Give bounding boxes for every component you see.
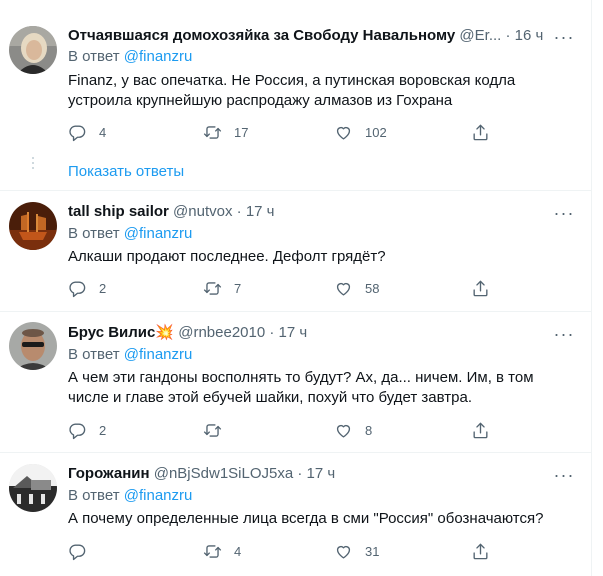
like-button[interactable]: 8 [334,420,372,440]
timestamp[interactable]: 17 ч [307,465,336,482]
like-count: 31 [365,543,380,559]
tweet-text: А чем эти гандоны восполнять то будут? А… [68,369,534,406]
tweet-text: Алкаши продают последнее. Дефолт грядёт? [68,248,386,265]
like-count: 58 [365,280,380,296]
reply-to-link[interactable]: @finanzru [124,48,193,65]
author-handle[interactable]: @nBjSdw1SiLOJ5xa [154,465,293,482]
like-count: 102 [365,124,387,140]
author-name[interactable]: Брус Вилис [68,324,155,341]
timestamp[interactable]: 17 ч [246,203,275,220]
tweet-header: Горожанин @nBjSdw1SiLOJ5xa · 17 ч [68,463,545,485]
replies-feed: Отчаявшаяся домохозяйка за Свободу Навал… [0,0,592,576]
reply-icon [69,280,86,297]
tweet-header: Брус Вилис💥 @rnbee2010 · 17 ч [68,322,545,344]
reply-to-link[interactable]: @finanzru [124,487,193,504]
author-handle[interactable]: @nutvox [173,203,232,220]
more-icon[interactable]: ··· [551,28,577,50]
retweet-count: 17 [234,124,249,140]
separator-dot: · [269,324,275,341]
reply-icon [69,124,86,141]
share-button[interactable] [471,278,490,298]
reply-prefix: В ответ [68,48,120,65]
reply-context: В ответ @finanzru [68,224,192,244]
separator-dot: · [505,27,511,44]
retweet-icon [203,423,222,437]
share-button[interactable] [471,420,490,440]
tweet-text: Finanz, у вас опечатка. Не Россия, а пут… [68,72,516,109]
tweet-text: А почему определенные лица всегда в сми … [68,510,544,527]
retweet-button[interactable]: 4 [203,541,241,561]
reply-button[interactable]: 2 [68,278,106,298]
reply-count: 2 [99,422,107,438]
separator-dot: · [297,465,303,482]
reply-prefix: В ответ [68,225,120,242]
retweet-button[interactable] [203,420,234,440]
timestamp[interactable]: 17 ч [279,324,308,341]
retweet-button[interactable]: 7 [203,278,241,298]
separator-dot: · [236,203,242,220]
author-name[interactable]: tall ship sailor [68,203,169,220]
tweet[interactable]: Брус Вилис💥 @rnbee2010 · 17 ч ··· В отве… [0,312,591,452]
tweet-header: Отчаявшаяся домохозяйка за Свободу Навал… [68,25,545,47]
show-replies-link[interactable]: Показать ответы [68,162,184,182]
reply-to-link[interactable]: @finanzru [124,346,193,363]
avatar[interactable] [9,322,57,370]
share-button[interactable] [471,541,490,561]
share-icon [473,422,488,438]
retweet-count: 4 [234,543,242,559]
more-icon[interactable]: ··· [551,204,577,226]
reply-context: В ответ @finanzru [68,486,192,506]
reply-icon [69,422,86,439]
retweet-button[interactable]: 17 [203,122,248,142]
share-icon [473,543,488,559]
avatar[interactable] [9,464,57,512]
share-icon [473,124,488,140]
tweet[interactable]: tall ship sailor @nutvox · 17 ч ··· В от… [0,191,591,311]
reply-button[interactable]: 4 [68,122,106,142]
tweet[interactable]: Горожанин @nBjSdw1SiLOJ5xa · 17 ч ··· В … [0,453,591,576]
avatar[interactable] [9,202,57,250]
author-handle[interactable]: @rnbee2010 [178,324,265,341]
reply-icon [69,543,86,560]
retweet-count: 7 [234,280,242,296]
share-button[interactable] [471,122,490,142]
more-icon[interactable]: ··· [551,466,577,488]
heart-icon [336,424,351,438]
retweet-icon [203,281,222,295]
thread-connector [32,157,34,172]
heart-icon [336,545,351,559]
reply-button[interactable]: 2 [68,420,106,440]
reply-count: 4 [99,124,107,140]
like-button[interactable]: 31 [334,541,379,561]
share-icon [473,280,488,296]
reply-count: 2 [99,280,107,296]
timestamp[interactable]: 16 ч [515,27,544,44]
action-bar: 4 31 [68,541,508,561]
like-button[interactable]: 58 [334,278,379,298]
avatar[interactable] [9,26,57,74]
author-name[interactable]: Горожанин [68,465,150,482]
action-bar: 4 17 102 [68,122,508,142]
tweet[interactable]: Отчаявшаяся домохозяйка за Свободу Навал… [0,0,591,190]
author-handle[interactable]: @Er... [459,27,501,44]
reply-prefix: В ответ [68,487,120,504]
reply-prefix: В ответ [68,346,120,363]
reply-button[interactable] [68,541,99,561]
explosion-emoji: 💥 [155,324,175,341]
like-count: 8 [365,422,373,438]
reply-context: В ответ @finanzru [68,47,192,67]
reply-to-link[interactable]: @finanzru [124,225,193,242]
action-bar: 2 8 [68,420,508,440]
more-icon[interactable]: ··· [551,325,577,347]
tweet-header: tall ship sailor @nutvox · 17 ч [68,201,545,223]
retweet-icon [203,125,222,139]
like-button[interactable]: 102 [334,122,387,142]
action-bar: 2 7 58 [68,278,508,298]
author-name[interactable]: Отчаявшаяся домохозяйка за Свободу Навал… [68,27,455,44]
heart-icon [336,282,351,296]
reply-context: В ответ @finanzru [68,345,192,365]
heart-icon [336,126,351,140]
retweet-icon [203,544,222,558]
